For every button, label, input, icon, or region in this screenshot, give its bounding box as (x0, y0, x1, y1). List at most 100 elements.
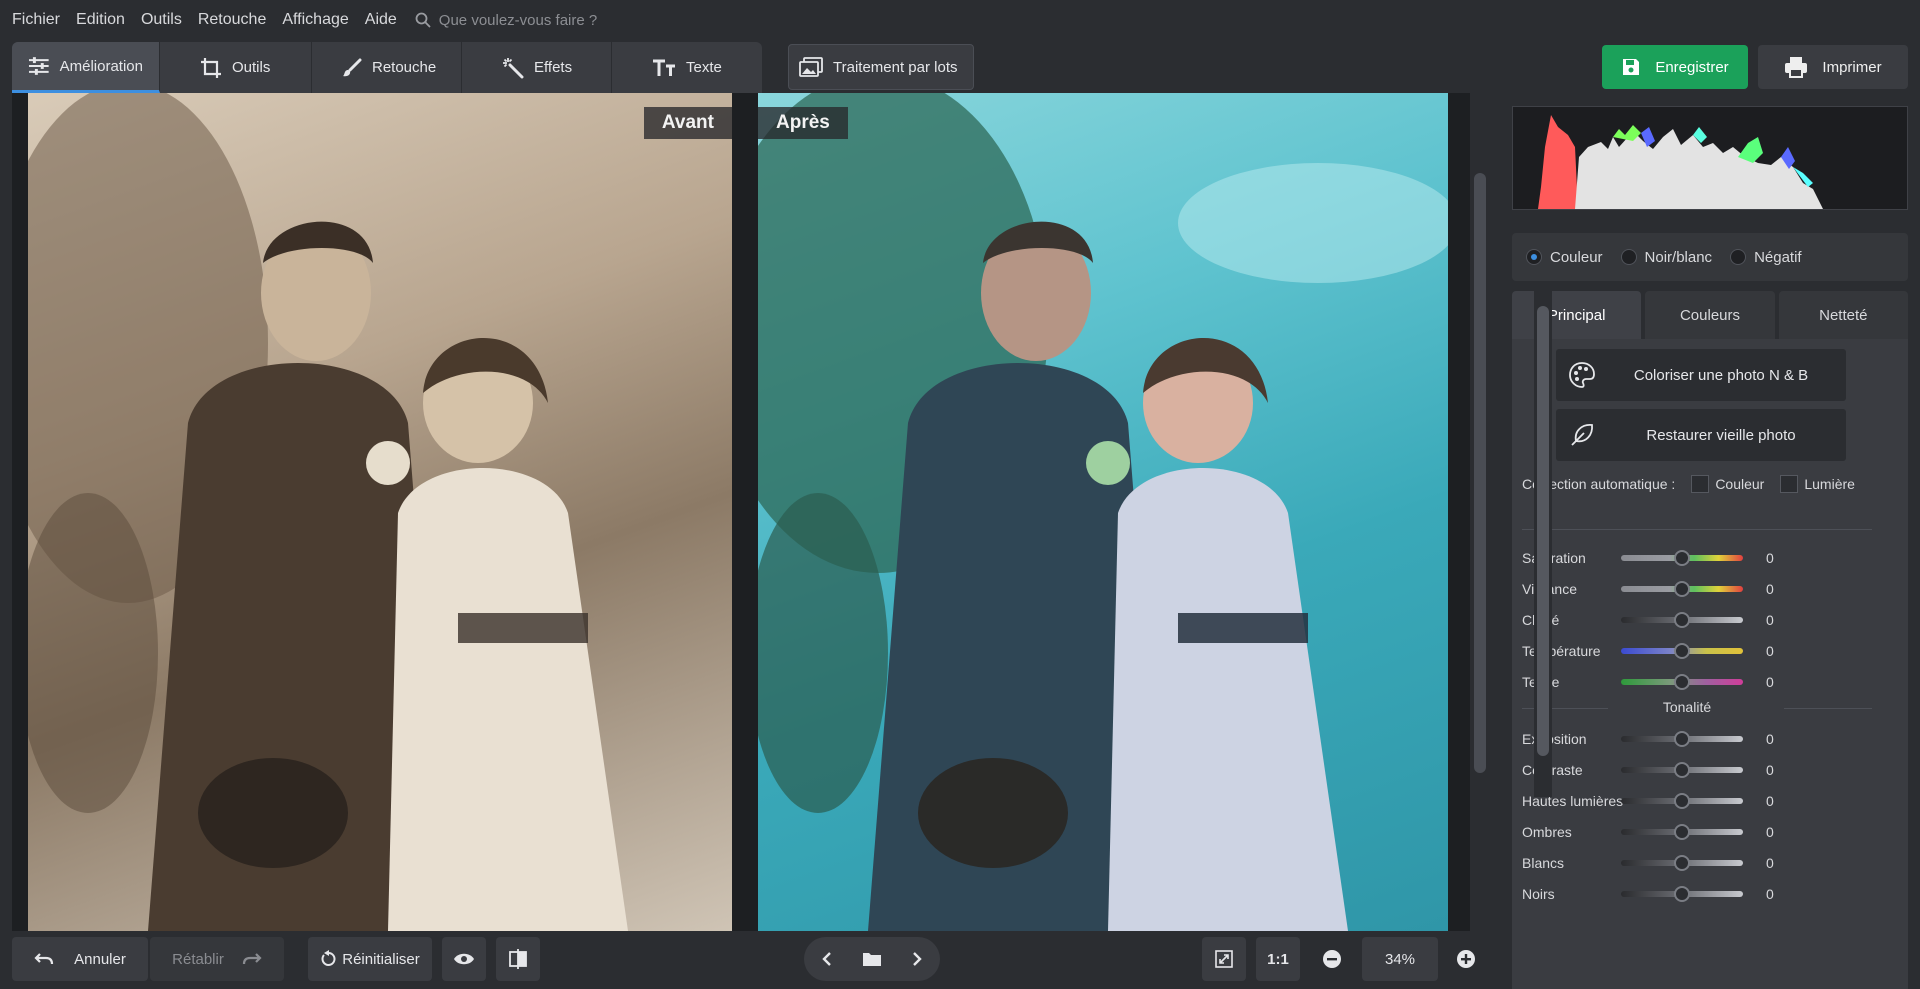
slider-knob[interactable] (1674, 674, 1690, 690)
mode-negatif-label: Négatif (1754, 248, 1802, 266)
tab-texte[interactable]: Texte (612, 42, 762, 93)
panel-scrollbar-thumb[interactable] (1537, 306, 1549, 756)
slider-noirs-label: Noirs (1522, 886, 1555, 902)
auto-light-checkbox[interactable]: Lumière (1780, 475, 1855, 493)
undo-icon (34, 953, 54, 965)
mode-couleur-radio[interactable]: Couleur (1526, 249, 1603, 266)
photo-after-image (758, 93, 1448, 931)
histogram (1512, 106, 1908, 210)
restore-photo-button[interactable]: Restaurer vieille photo (1556, 409, 1846, 461)
mode-couleur-label: Couleur (1550, 248, 1603, 266)
slider-exposition-value: 0 (1766, 731, 1774, 747)
tab-texte-label: Texte (686, 59, 722, 76)
floppy-disk-icon (1623, 59, 1640, 75)
undo-button[interactable]: Annuler (12, 937, 148, 981)
slider-blancs-label: Blancs (1522, 855, 1565, 871)
slider-temperature[interactable]: Température 0 (1522, 636, 1876, 666)
tab-outils-label: Outils (232, 59, 271, 76)
slider-ombres-label: Ombres (1522, 824, 1572, 840)
radio-dot (1730, 249, 1747, 265)
menu-outils[interactable]: Outils (141, 11, 182, 29)
slider-blancs[interactable]: Blancs 0 (1522, 848, 1876, 878)
panel-tabs: Principal Couleurs Netteté (1512, 291, 1908, 339)
print-label: Imprimer (1822, 58, 1882, 76)
tab-principal[interactable]: Principal (1512, 291, 1642, 339)
slider-noirs[interactable]: Noirs 0 (1522, 879, 1876, 909)
restore-photo-label: Restaurer vieille photo (1646, 426, 1796, 444)
photo-scrollbar[interactable] (1470, 93, 1490, 931)
slider-knob[interactable] (1674, 855, 1690, 871)
slider-hautes-lumieres[interactable]: Hautes lumières 0 (1522, 786, 1876, 816)
slider-knob[interactable] (1674, 550, 1690, 566)
search-box[interactable]: Que voulez-vous faire ? (415, 12, 597, 29)
redo-icon (242, 953, 262, 965)
save-button[interactable]: Enregistrer (1602, 45, 1748, 89)
reset-button[interactable]: Réinitialiser (308, 937, 432, 981)
slider-knob[interactable] (1674, 581, 1690, 597)
auto-color-checkbox[interactable]: Couleur (1691, 475, 1764, 493)
slider-knob[interactable] (1674, 612, 1690, 628)
tab-outils[interactable]: Outils (160, 42, 312, 93)
redo-button[interactable]: Rétablir (150, 937, 284, 981)
redo-label: Rétablir (172, 950, 224, 968)
preview-button[interactable] (442, 937, 486, 981)
slider-noirs-value: 0 (1766, 886, 1774, 902)
auto-light-label: Lumière (1804, 476, 1855, 492)
before-label: Avant (643, 107, 732, 139)
slider-teinte[interactable]: Teinte 0 (1522, 667, 1876, 697)
colorize-photo-button[interactable]: Coloriser une photo N & B (1556, 349, 1846, 401)
reset-icon (321, 950, 336, 966)
tab-couleurs[interactable]: Couleurs (1645, 291, 1775, 339)
compare-view-button[interactable] (496, 937, 540, 981)
slider-ombres-value: 0 (1766, 824, 1774, 840)
tab-retouche[interactable]: Retouche (312, 42, 462, 93)
slider-contraste[interactable]: Contraste 0 (1522, 755, 1876, 785)
slider-knob[interactable] (1674, 731, 1690, 747)
menu-edition[interactable]: Edition (76, 11, 125, 29)
previous-photo-button[interactable] (804, 937, 849, 981)
chevron-right-icon (913, 952, 923, 966)
menu-aide[interactable]: Aide (365, 11, 397, 29)
slider-knob[interactable] (1674, 643, 1690, 659)
slider-clarte[interactable]: Clarté 0 (1522, 605, 1876, 635)
slider-vibrance[interactable]: Vibrance 0 (1522, 574, 1876, 604)
split-view-icon (509, 949, 527, 969)
radio-dot (1526, 249, 1542, 265)
tab-nettete[interactable]: Netteté (1778, 291, 1908, 339)
search-icon (415, 12, 431, 28)
menu-affichage[interactable]: Affichage (282, 11, 348, 29)
tab-effets[interactable]: Effets (462, 42, 612, 93)
photo-navigation (804, 937, 940, 981)
slider-knob[interactable] (1674, 762, 1690, 778)
panel-scrollbar[interactable] (1534, 282, 1552, 797)
zoom-out-button[interactable] (1312, 937, 1352, 981)
text-icon (653, 59, 675, 76)
menu-bar: Fichier Edition Outils Retouche Affichag… (0, 0, 1920, 40)
minus-circle-icon (1323, 950, 1341, 968)
mode-noir-blanc-radio[interactable]: Noir/blanc (1620, 248, 1713, 266)
slider-knob[interactable] (1674, 793, 1690, 809)
open-folder-button[interactable] (849, 937, 894, 981)
menu-fichier[interactable]: Fichier (12, 11, 60, 29)
tab-effets-label: Effets (534, 59, 573, 76)
slider-knob[interactable] (1674, 824, 1690, 840)
auto-color-label: Couleur (1715, 476, 1765, 492)
tab-amelioration[interactable]: Amélioration (12, 42, 160, 93)
slider-saturation[interactable]: Saturation 0 (1522, 543, 1876, 573)
mode-negatif-radio[interactable]: Négatif (1730, 249, 1802, 266)
zoom-in-button[interactable] (1446, 937, 1486, 981)
actual-size-button[interactable]: 1:1 (1256, 937, 1300, 981)
zoom-level[interactable]: 34% (1362, 937, 1438, 981)
mode-noir-blanc-label: Noir/blanc (1644, 248, 1713, 266)
photo-scrollbar-thumb[interactable] (1474, 173, 1486, 773)
fit-to-screen-button[interactable] (1202, 937, 1246, 981)
batch-processing-button[interactable]: Traitement par lots (788, 44, 974, 90)
menu-retouche[interactable]: Retouche (198, 11, 267, 29)
eye-icon (454, 953, 474, 965)
slider-ombres[interactable]: Ombres 0 (1522, 817, 1876, 847)
next-photo-button[interactable] (895, 937, 940, 981)
slider-temperature-value: 0 (1766, 643, 1774, 659)
slider-exposition[interactable]: Exposition 0 (1522, 724, 1876, 754)
slider-knob[interactable] (1674, 886, 1690, 902)
print-button[interactable]: Imprimer (1758, 45, 1908, 89)
